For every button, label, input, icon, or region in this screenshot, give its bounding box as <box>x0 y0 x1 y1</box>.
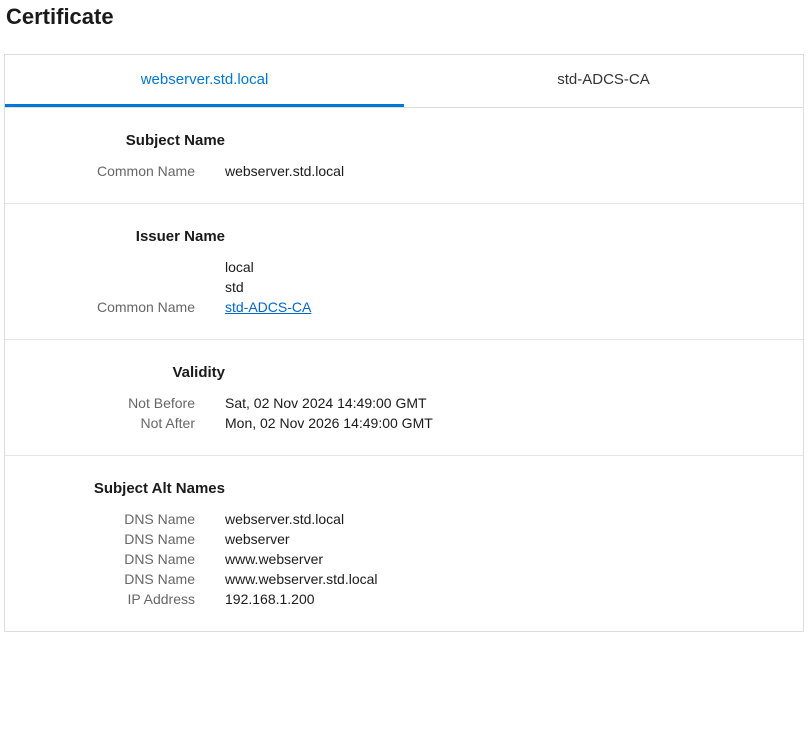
field-label: Common Name <box>25 163 225 179</box>
tab-subject-cert[interactable]: webserver.std.local <box>5 55 404 107</box>
field-value: Sat, 02 Nov 2024 14:49:00 GMT <box>225 395 427 411</box>
field-value: 192.168.1.200 <box>225 591 315 607</box>
section-issuer-name: Issuer Name local std Common Name std-AD… <box>5 204 803 340</box>
section-subject-alt-names: Subject Alt Names DNS Name webserver.std… <box>5 456 803 631</box>
section-heading: Subject Alt Names <box>25 480 225 497</box>
issuer-link[interactable]: std-ADCS-CA <box>225 299 311 315</box>
page-title: Certificate <box>4 4 804 30</box>
field-row: DNS Name www.webserver.std.local <box>25 571 783 587</box>
field-row: std <box>25 279 783 295</box>
section-validity: Validity Not Before Sat, 02 Nov 2024 14:… <box>5 340 803 456</box>
field-label: Not Before <box>25 395 225 411</box>
field-label: DNS Name <box>25 511 225 527</box>
field-row: DNS Name webserver <box>25 531 783 547</box>
field-value: std <box>225 279 244 295</box>
field-value: www.webserver.std.local <box>225 571 378 587</box>
section-heading: Issuer Name <box>25 228 225 245</box>
field-label: Not After <box>25 415 225 431</box>
field-value: std-ADCS-CA <box>225 299 311 315</box>
field-label: DNS Name <box>25 571 225 587</box>
field-row: Not After Mon, 02 Nov 2026 14:49:00 GMT <box>25 415 783 431</box>
field-value: webserver.std.local <box>225 163 344 179</box>
field-row: local <box>25 259 783 275</box>
certificate-panel: webserver.std.local std-ADCS-CA Subject … <box>4 54 804 632</box>
field-value: webserver.std.local <box>225 511 344 527</box>
field-value: local <box>225 259 254 275</box>
field-label: Common Name <box>25 299 225 315</box>
field-row: Common Name std-ADCS-CA <box>25 299 783 315</box>
section-subject-name: Subject Name Common Name webserver.std.l… <box>5 108 803 204</box>
field-value: webserver <box>225 531 290 547</box>
field-row: Not Before Sat, 02 Nov 2024 14:49:00 GMT <box>25 395 783 411</box>
field-value: www.webserver <box>225 551 323 567</box>
tab-issuer-cert[interactable]: std-ADCS-CA <box>404 55 803 107</box>
field-label: DNS Name <box>25 551 225 567</box>
field-row: Common Name webserver.std.local <box>25 163 783 179</box>
field-row: DNS Name webserver.std.local <box>25 511 783 527</box>
section-heading: Subject Name <box>25 132 225 149</box>
field-value: Mon, 02 Nov 2026 14:49:00 GMT <box>225 415 433 431</box>
field-row: IP Address 192.168.1.200 <box>25 591 783 607</box>
section-heading: Validity <box>25 364 225 381</box>
field-row: DNS Name www.webserver <box>25 551 783 567</box>
field-label: DNS Name <box>25 531 225 547</box>
field-label: IP Address <box>25 591 225 607</box>
tabs: webserver.std.local std-ADCS-CA <box>5 55 803 108</box>
